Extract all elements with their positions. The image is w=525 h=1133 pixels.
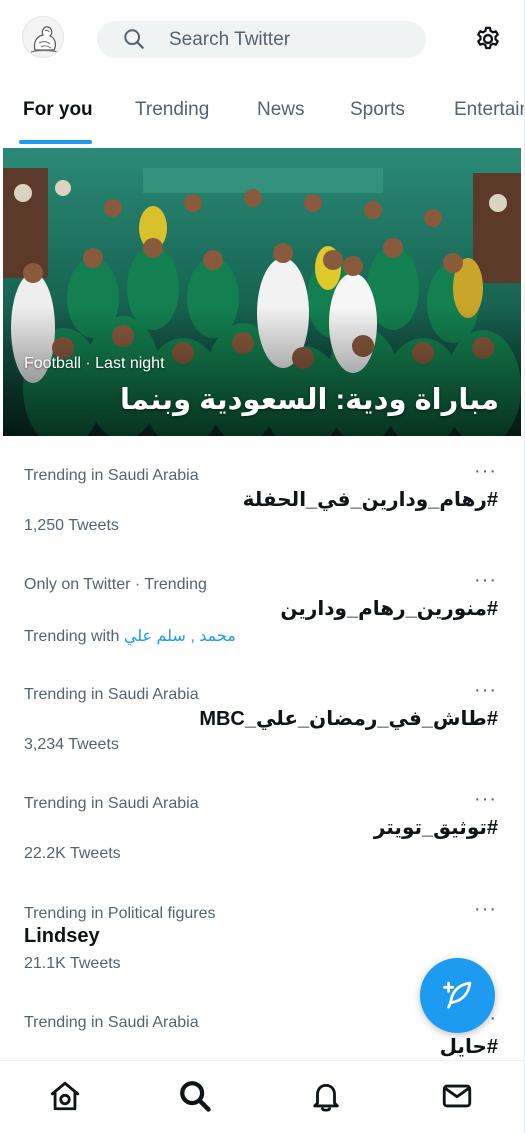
twitter-explore-screen: For you Trending News Sports Entertainme…: [0, 0, 525, 1133]
more-options-icon[interactable]: ···: [474, 788, 497, 811]
tab-for-you[interactable]: For you: [19, 78, 93, 144]
more-options-icon[interactable]: ···: [474, 569, 497, 592]
tab-label: Trending: [135, 99, 210, 120]
trend-name: #توثيق_تويتر: [373, 817, 498, 839]
bell-icon[interactable]: [309, 1079, 343, 1113]
tab-trending[interactable]: Trending: [135, 78, 209, 144]
search-icon: [124, 29, 144, 49]
tab-label: For you: [23, 99, 93, 120]
bottom-navigation: [0, 1060, 524, 1133]
trend-tweet-count: 3,234 Tweets: [24, 736, 119, 753]
active-tab-indicator: [19, 140, 92, 144]
trend-context: Trending in Political figures: [24, 905, 216, 922]
trending-with: Trending with محمد , سلم علي: [24, 626, 236, 646]
trending-with-links[interactable]: محمد , سلم علي: [124, 628, 236, 645]
more-options-icon[interactable]: ···: [474, 460, 497, 483]
avatar-illustration: [23, 17, 63, 57]
hero-headline: مباراة ودية: السعودية وبنما: [120, 384, 499, 416]
search-bar[interactable]: [97, 21, 426, 58]
trend-item[interactable]: Trending in Saudi Arabia ··· #طاش_في_رمض…: [0, 679, 524, 796]
gear-icon[interactable]: [474, 25, 502, 53]
trend-item[interactable]: Only on Twitter · Trending ··· #منورين_ر…: [0, 569, 524, 686]
hero-meta: Football · Last night: [24, 355, 165, 372]
trend-name: Lindsey: [24, 925, 100, 947]
tab-label: Entertainment: [454, 99, 524, 120]
trend-context: Trending in Saudi Arabia: [24, 795, 199, 812]
tab-label: News: [257, 99, 305, 120]
top-bar: [0, 0, 524, 78]
trend-name: #طاش_في_رمضان_علي_MBC: [199, 708, 498, 730]
trend-tweet-count: 1,250 Tweets: [24, 517, 119, 534]
trend-item[interactable]: Trending in Saudi Arabia ··· #رهام_وداري…: [0, 460, 524, 577]
tab-entertainment[interactable]: Entertainment: [454, 78, 524, 144]
hero-news-card[interactable]: Football · Last night مباراة ودية: السعو…: [3, 148, 521, 436]
trend-tweet-count: 21.1K Tweets: [24, 955, 121, 972]
trend-name: #حايل: [439, 1036, 498, 1058]
home-icon[interactable]: [48, 1079, 82, 1113]
trend-name: #منورين_رهام_ودارين: [280, 598, 498, 620]
trending-with-label: Trending with: [24, 628, 120, 645]
trend-item[interactable]: Trending in Saudi Arabia ··· #توثيق_تويت…: [0, 788, 524, 905]
envelope-icon[interactable]: [440, 1079, 474, 1113]
trend-name: #رهام_ودارين_في_الحفلة: [242, 489, 498, 511]
more-options-icon[interactable]: ···: [474, 898, 497, 921]
more-options-icon[interactable]: ···: [474, 679, 497, 702]
explore-tabs: For you Trending News Sports Entertainme…: [0, 78, 524, 144]
tab-label: Sports: [350, 99, 405, 120]
trend-context: Trending in Saudi Arabia: [24, 686, 199, 703]
compose-tweet-button[interactable]: [420, 958, 495, 1033]
trend-context: Trending in Saudi Arabia: [24, 467, 199, 484]
trend-context: Trending in Saudi Arabia: [24, 1014, 199, 1031]
search-input[interactable]: [169, 21, 409, 58]
profile-avatar[interactable]: [22, 16, 64, 58]
compose-tweet-icon: [443, 981, 472, 1009]
search-icon[interactable]: [178, 1079, 212, 1113]
tab-sports[interactable]: Sports: [350, 78, 405, 144]
trend-context: Only on Twitter · Trending: [24, 576, 207, 593]
trend-tweet-count: 22.2K Tweets: [24, 845, 121, 862]
tab-news[interactable]: News: [257, 78, 305, 144]
